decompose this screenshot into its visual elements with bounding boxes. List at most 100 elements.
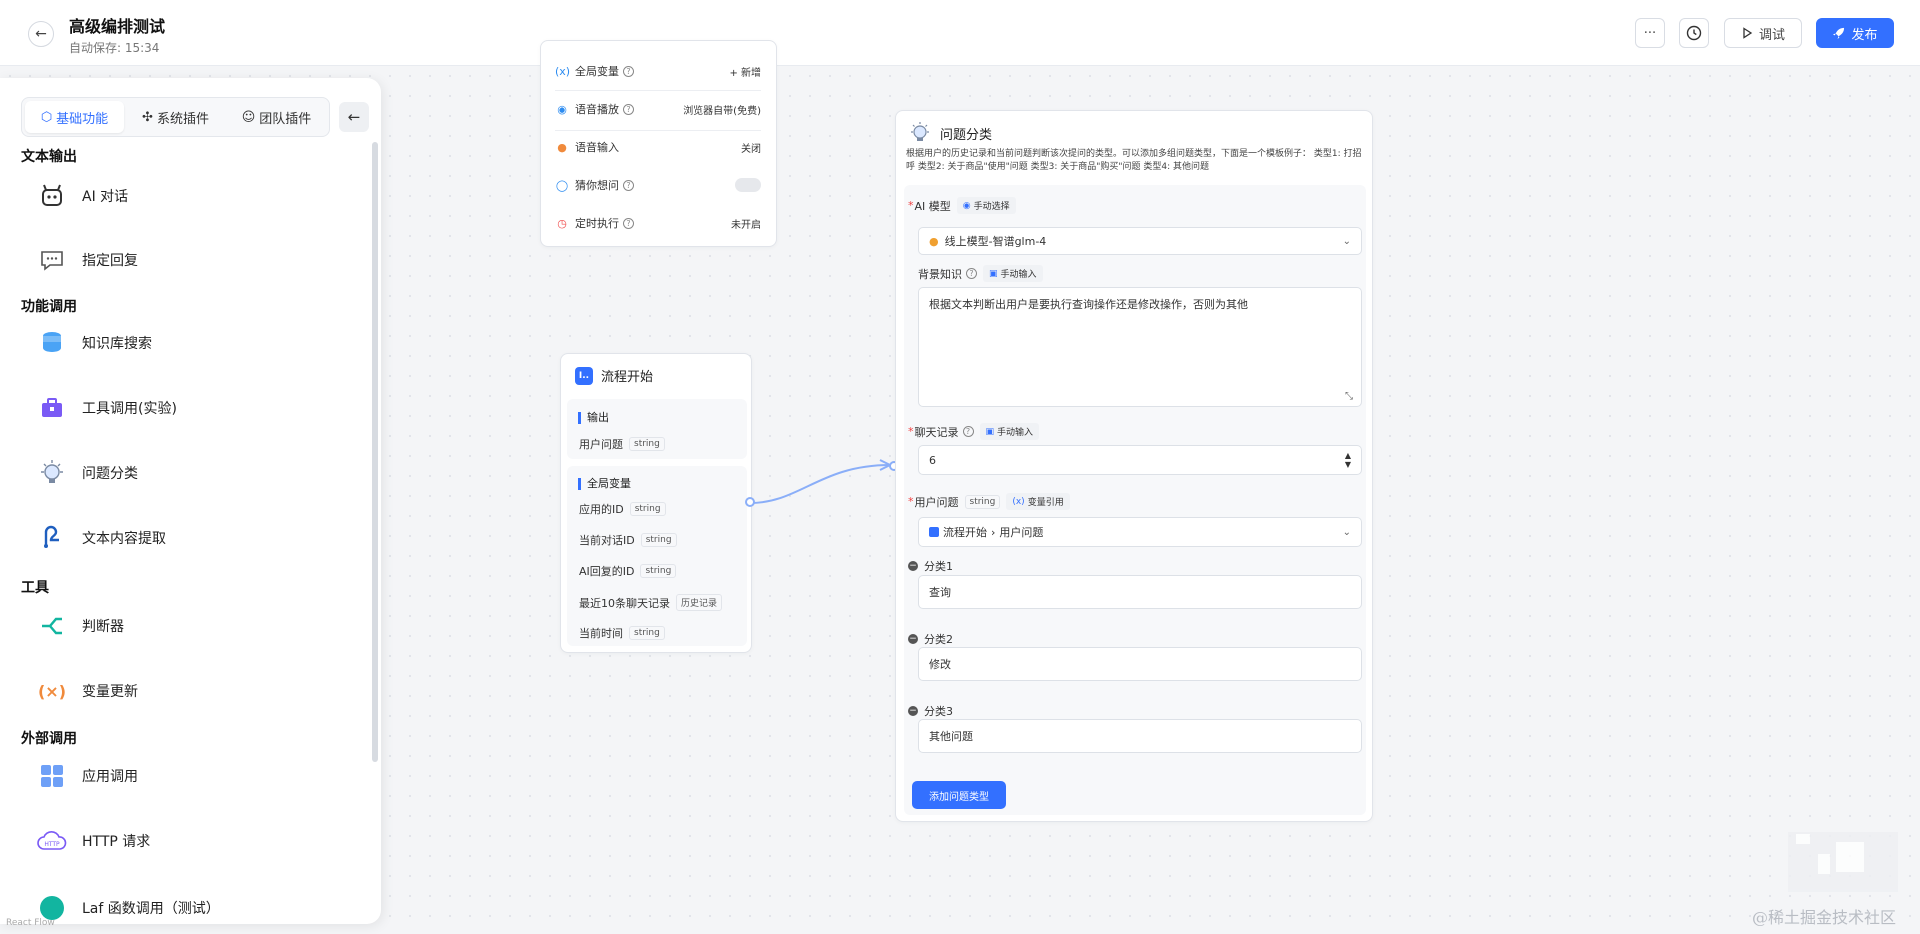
tab-team-plugins[interactable]: ☺ 团队插件 — [227, 101, 326, 133]
model-logo-icon: ● — [929, 234, 939, 248]
group-title: 功能调用 — [21, 299, 77, 315]
question-mode-chip[interactable]: (x) 变量引用 — [1006, 493, 1070, 510]
publish-label: 发布 — [1851, 27, 1878, 43]
config-value[interactable]: 关闭 — [741, 140, 761, 155]
toolbox-icon — [36, 392, 68, 424]
tool-item-laf[interactable]: Laf 函数调用（测试） — [36, 892, 220, 924]
system-config-node[interactable]: (x) 全局变量? + 新增 ◉ 语音播放? 浏览器自带(免费) ● 语音输入 … — [540, 40, 777, 247]
ai-model-mode-chip[interactable]: ◉ 手动选择 — [956, 197, 1016, 214]
start-node-header: I.. 流程开始 — [575, 366, 653, 385]
variable-icon: (×) — [37, 681, 67, 701]
node-library-panel: ⬡ 基础功能 ✣ 系统插件 ☺ 团队插件 ← 文本输出 AI 对话 指定回复 功能调用… — [0, 78, 381, 924]
watermark: @稀土掘金技术社区 — [1752, 908, 1897, 927]
tool-item-variable-update[interactable]: (×) 变量更新 — [36, 675, 138, 707]
config-row-schedule[interactable]: ◷ 定时执行? 未开启 — [555, 215, 761, 231]
user-icon: ☺ — [241, 109, 256, 125]
tool-item-http[interactable]: HTTP HTTP 请求 — [36, 825, 150, 857]
tool-item-ai-chat[interactable]: AI 对话 — [36, 180, 128, 212]
flow-start-icon — [929, 527, 939, 537]
help-icon: ? — [623, 179, 634, 191]
svg-text:HTTP: HTTP — [44, 841, 60, 848]
database-icon — [36, 327, 68, 359]
remove-category-icon[interactable]: − — [908, 634, 918, 644]
classify-node-title: 问题分类 — [940, 127, 993, 143]
tool-item-app-call[interactable]: 应用调用 — [36, 760, 138, 792]
config-label: 语音输入 — [575, 141, 619, 154]
global-var: 当前时间 string — [579, 625, 665, 641]
ai-model-select[interactable]: ● 线上模型-智谱glm-4 ⌄ — [918, 227, 1362, 255]
question-classify-node[interactable]: 问题分类 根据用户的历史记录和当前问题判断该次提问的类型。可以添加多组问题类型，… — [895, 110, 1373, 822]
config-row-voice-input[interactable]: ● 语音输入 关闭 — [555, 139, 761, 155]
tool-item-extract[interactable]: 文本内容提取 — [36, 522, 166, 554]
panel-scrollbar[interactable] — [372, 142, 378, 762]
tool-item-if-else[interactable]: 判断器 — [36, 610, 124, 642]
config-row-global-vars[interactable]: (x) 全局变量? + 新增 — [555, 63, 761, 79]
config-value[interactable]: + 新增 — [729, 64, 761, 79]
robot-icon: ◉ — [962, 200, 971, 211]
history-number-input[interactable]: 6 ▲ ▼ — [918, 445, 1362, 475]
background-textarea[interactable]: 根据文本判断出用户是要执行查询操作还是修改操作，否则为其他 ⤡ — [918, 287, 1362, 407]
react-flow-attribution[interactable]: React Flow — [6, 918, 55, 928]
canvas-minimap[interactable] — [1788, 832, 1898, 892]
classify-description: 根据用户的历史记录和当前问题判断该次提问的类型。可以添加多组问题类型，下面是一个… — [906, 149, 1362, 172]
config-label: 定时执行 — [575, 217, 619, 230]
more-button[interactable]: ··· — [1635, 18, 1665, 48]
arrow-left-icon: ← — [347, 108, 361, 126]
tool-item-classify[interactable]: 问题分类 — [36, 457, 138, 489]
source-handle[interactable] — [745, 497, 755, 507]
group-title: 文本输出 — [21, 149, 77, 165]
branch-icon — [36, 610, 68, 642]
edge-connection[interactable] — [740, 455, 900, 515]
microphone-icon: ● — [557, 140, 567, 154]
category-textarea[interactable]: 其他问题 — [918, 719, 1362, 753]
play-icon — [1743, 27, 1753, 39]
background-mode-chip[interactable]: ▣ 手动输入 — [983, 265, 1043, 282]
background-label: 背景知识? ▣ 手动输入 — [918, 265, 1043, 282]
tab-basic[interactable]: ⬡ 基础功能 — [25, 101, 124, 133]
category-textarea[interactable]: 查询 — [918, 575, 1362, 609]
tool-item-reply[interactable]: 指定回复 — [36, 244, 138, 276]
start-node-title: 流程开始 — [601, 370, 654, 385]
tool-item-dataset-search[interactable]: 知识库搜索 — [36, 327, 152, 359]
output-section-title: 输出 — [578, 412, 609, 424]
config-row-tts[interactable]: ◉ 语音播放? 浏览器自带(免费) — [555, 101, 761, 117]
variable-icon: (x) — [1012, 496, 1025, 507]
publish-button[interactable]: 发布 — [1816, 18, 1894, 48]
remove-category-icon[interactable]: − — [908, 561, 918, 571]
chat-bubble-icon — [36, 244, 68, 276]
tool-item-tool-call[interactable]: 工具调用(实验) — [36, 392, 177, 424]
add-category-button[interactable]: 添加问题类型 — [912, 781, 1006, 809]
tab-system-plugins[interactable]: ✣ 系统插件 — [126, 101, 225, 133]
history-button[interactable] — [1679, 18, 1709, 48]
lightbulb-icon — [911, 122, 929, 141]
config-label: 猜你想问 — [575, 179, 619, 192]
config-value[interactable]: 浏览器自带(免费) — [683, 102, 761, 117]
output-var: 用户问题 string — [579, 436, 665, 452]
collapse-panel-button[interactable]: ← — [339, 102, 369, 132]
app-title: 高级编排测试 — [69, 17, 166, 36]
clock-icon — [1686, 25, 1702, 41]
global-var: 应用的ID string — [579, 501, 666, 517]
config-value[interactable]: 未开启 — [731, 216, 761, 231]
config-label: 语音播放 — [575, 103, 619, 116]
back-button[interactable]: ← — [28, 21, 54, 47]
arrow-left-icon: ← — [35, 26, 47, 42]
start-node[interactable]: I.. 流程开始 输出 用户问题 string 全局变量 应用的ID string … — [560, 353, 752, 653]
category-textarea[interactable]: 修改 — [918, 647, 1362, 681]
history-mode-chip[interactable]: ▣ 手动输入 — [979, 423, 1040, 440]
variable-icon: (x) — [555, 64, 571, 78]
question-reference-select[interactable]: 流程开始 › 用户问题 ⌄ — [918, 517, 1362, 547]
config-row-question-guide[interactable]: ◯ 猜你想问? — [555, 177, 761, 193]
stepper-icon[interactable]: ▲ ▼ — [1345, 451, 1351, 469]
question-guide-toggle[interactable] — [735, 178, 761, 192]
group-title: 工具 — [21, 580, 49, 596]
remove-category-icon[interactable]: − — [908, 706, 918, 716]
help-icon: ? — [623, 65, 634, 77]
classify-body: * AI 模型 ◉ 手动选择 ● 线上模型-智谱glm-4 ⌄ 背景知识? ▣ 手动输入 … — [904, 185, 1366, 815]
chevron-right-icon: › — [991, 525, 996, 539]
debug-button[interactable]: 调试 — [1724, 18, 1802, 48]
lightbulb-icon: ◯ — [555, 178, 569, 192]
expand-icon[interactable]: ⤡ — [1345, 391, 1353, 402]
flow-start-icon: I.. — [575, 366, 593, 385]
apps-grid-icon — [36, 760, 68, 792]
